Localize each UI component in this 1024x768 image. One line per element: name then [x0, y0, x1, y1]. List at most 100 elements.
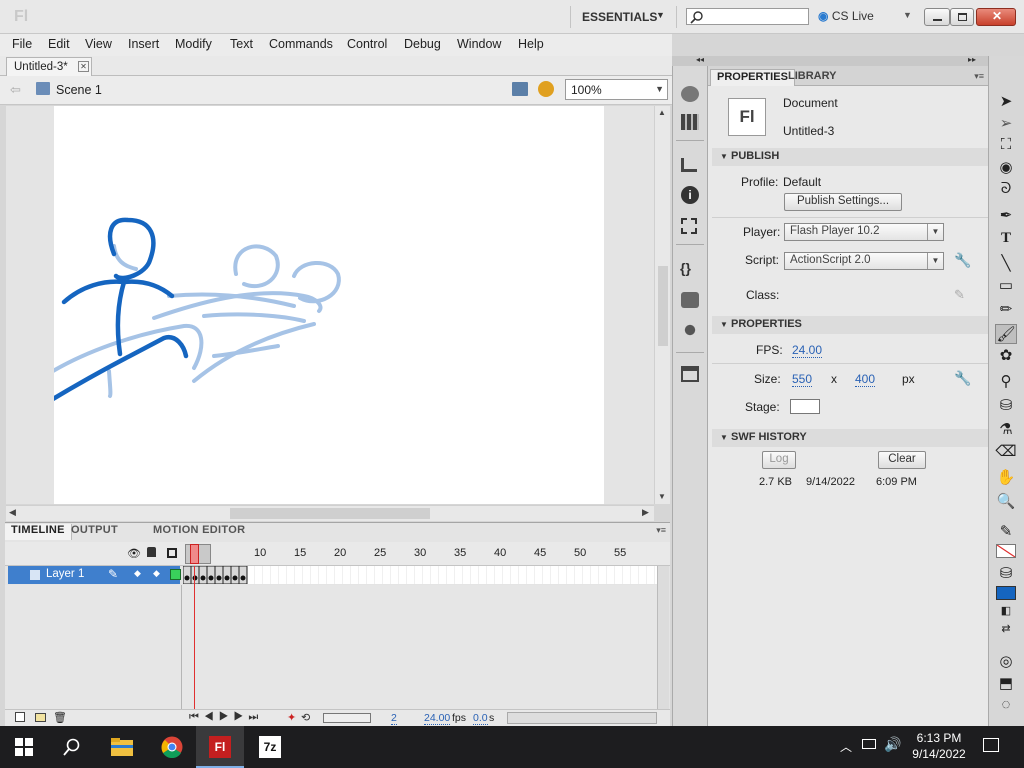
playhead[interactable] — [190, 544, 199, 564]
wrench-icon[interactable]: 🔧 — [954, 252, 971, 269]
menu-help[interactable]: Help — [518, 37, 544, 51]
free-transform-tool-icon[interactable]: ⛶ — [995, 136, 1017, 156]
color-icon[interactable] — [681, 86, 699, 102]
menu-window[interactable]: Window — [457, 37, 501, 51]
stroke-color-swatch[interactable] — [996, 544, 1016, 558]
collapse-icon[interactable]: ◂◂ — [696, 55, 704, 64]
visibility-dot-icon[interactable]: ◆ — [134, 568, 141, 579]
pen-tool-icon[interactable]: ✒ — [995, 206, 1017, 226]
menu-modify[interactable]: Modify — [175, 37, 212, 51]
scroll-thumb[interactable] — [230, 508, 430, 519]
menu-debug[interactable]: Debug — [404, 37, 441, 51]
tab-output[interactable]: OUTPUT — [65, 524, 124, 540]
taskbar-flash[interactable]: Fl — [196, 726, 244, 768]
scroll-right-icon[interactable]: ▶ — [642, 507, 649, 518]
eraser-tool-icon[interactable]: ⌫ — [995, 442, 1017, 462]
network-icon[interactable] — [862, 739, 876, 749]
onion-skin-buttons[interactable] — [323, 713, 371, 723]
minimize-button[interactable] — [924, 8, 950, 26]
chevron-down-icon[interactable]: ▼ — [656, 10, 665, 20]
close-tab-icon[interactable]: ✕ — [78, 61, 89, 72]
center-frame-icon[interactable]: ✦ — [287, 711, 296, 724]
menu-text[interactable]: Text — [230, 37, 253, 51]
behaviors-icon[interactable] — [681, 322, 699, 338]
cs-live-button[interactable]: ◉ CS Live — [818, 9, 874, 23]
taskbar-chrome[interactable] — [148, 726, 196, 768]
deco-tool-icon[interactable]: ✿ — [995, 346, 1017, 366]
outline-icon[interactable] — [167, 548, 177, 558]
zoom-select[interactable]: 100% ▼ — [565, 79, 668, 100]
swatches-icon[interactable] — [681, 114, 699, 130]
edit-scene-icon[interactable] — [512, 82, 528, 96]
taskbar-search-button[interactable] — [48, 726, 96, 768]
search-input[interactable] — [686, 8, 809, 25]
script-select[interactable]: ActionScript 2.0 ▼ — [784, 252, 944, 270]
elapsed-time[interactable]: 0.0 — [473, 712, 488, 725]
tab-library[interactable]: LIBRARY — [782, 69, 842, 86]
outline-color-swatch[interactable] — [170, 569, 181, 580]
lock-dot-icon[interactable]: ◆ — [153, 568, 160, 579]
lock-icon[interactable] — [147, 547, 156, 557]
expand-icon[interactable]: ▸▸ — [968, 55, 976, 64]
brush-mode-icon[interactable]: ⬒ — [995, 674, 1017, 694]
line-tool-icon[interactable]: ╲ — [995, 254, 1017, 274]
eye-icon[interactable]: 👁 — [127, 547, 141, 560]
paint-bucket-tool-icon[interactable]: ⛁ — [995, 396, 1017, 416]
brush-tool-icon[interactable]: 🖌 — [995, 324, 1017, 344]
publish-settings-button[interactable]: Publish Settings... — [784, 193, 902, 211]
wrench-icon[interactable]: 🔧 — [954, 370, 971, 387]
info-icon[interactable]: i — [681, 186, 699, 204]
scroll-down-icon[interactable]: ▼ — [658, 492, 666, 501]
swap-colors-icon[interactable]: ⇄ — [995, 622, 1017, 642]
new-layer-icon[interactable] — [15, 712, 25, 722]
section-properties[interactable]: ▼ PROPERTIES — [712, 316, 988, 334]
scroll-left-icon[interactable]: ◀ — [9, 507, 16, 518]
fill-color-icon[interactable]: ⛁ — [995, 564, 1017, 584]
chevron-up-icon[interactable]: ︿ — [840, 738, 852, 755]
frame-grid[interactable] — [182, 565, 657, 585]
timeline-vscroll[interactable] — [657, 566, 669, 709]
brush-size-icon[interactable]: ◌ — [995, 696, 1017, 716]
player-select[interactable]: Flash Player 10.2 ▼ — [784, 223, 944, 241]
hand-tool-icon[interactable]: ✋ — [995, 468, 1017, 488]
maximize-button[interactable] — [950, 8, 974, 26]
components-icon[interactable] — [681, 292, 699, 308]
section-publish[interactable]: ▼ PUBLISH — [712, 148, 988, 166]
align-icon[interactable] — [681, 158, 697, 172]
zoom-tool-icon[interactable]: 🔍 — [995, 492, 1017, 512]
eyedropper-tool-icon[interactable]: ⚗ — [995, 420, 1017, 440]
stroke-color-icon[interactable]: ✎ — [995, 522, 1017, 542]
log-button[interactable]: Log — [762, 451, 796, 469]
default-colors-icon[interactable]: ◧ — [995, 604, 1017, 624]
menu-insert[interactable]: Insert — [128, 37, 159, 51]
clear-button[interactable]: Clear — [878, 451, 926, 469]
subselection-tool-icon[interactable]: ➢ — [995, 114, 1017, 134]
volume-icon[interactable]: 🔊 — [884, 736, 901, 753]
timeline-hscroll[interactable] — [507, 712, 657, 724]
3d-rotation-tool-icon[interactable]: ◉ — [995, 158, 1017, 178]
playback-controls[interactable]: ⏮◀▶▶⏭ — [189, 711, 263, 724]
actions-icon[interactable]: {} — [680, 260, 691, 276]
height-value[interactable]: 400 — [855, 372, 876, 387]
menu-commands[interactable]: Commands — [269, 37, 333, 51]
menu-view[interactable]: View — [85, 37, 112, 51]
menu-edit[interactable]: Edit — [48, 37, 70, 51]
pencil-icon[interactable]: ✎ — [954, 287, 965, 303]
tab-timeline[interactable]: TIMELINE — [5, 524, 72, 540]
notification-icon[interactable] — [983, 738, 999, 752]
stage-canvas[interactable] — [45, 106, 604, 504]
stage-color-swatch[interactable] — [790, 399, 820, 414]
lasso-tool-icon[interactable]: ᘐ — [995, 180, 1017, 200]
width-value[interactable]: 550 — [792, 372, 813, 387]
workspace-switcher[interactable]: ESSENTIALS — [582, 10, 657, 24]
layer-row[interactable]: Layer 1 ✎ ◆ ◆ — [8, 566, 181, 584]
panel-menu-icon[interactable]: ▾≡ — [656, 525, 666, 536]
rectangle-tool-icon[interactable]: ▭ — [995, 276, 1017, 296]
tab-motion-editor[interactable]: MOTION EDITOR — [147, 524, 251, 540]
section-swf-history[interactable]: ▼ SWF HISTORY — [712, 429, 988, 447]
fill-color-swatch[interactable] — [996, 586, 1016, 600]
horizontal-scrollbar[interactable]: ◀ ▶ — [6, 505, 654, 521]
delete-icon[interactable]: 🗑 — [53, 711, 67, 724]
back-arrow-icon[interactable]: ⇦ — [10, 82, 21, 98]
document-tab[interactable]: Untitled-3* ✕ — [6, 57, 92, 76]
